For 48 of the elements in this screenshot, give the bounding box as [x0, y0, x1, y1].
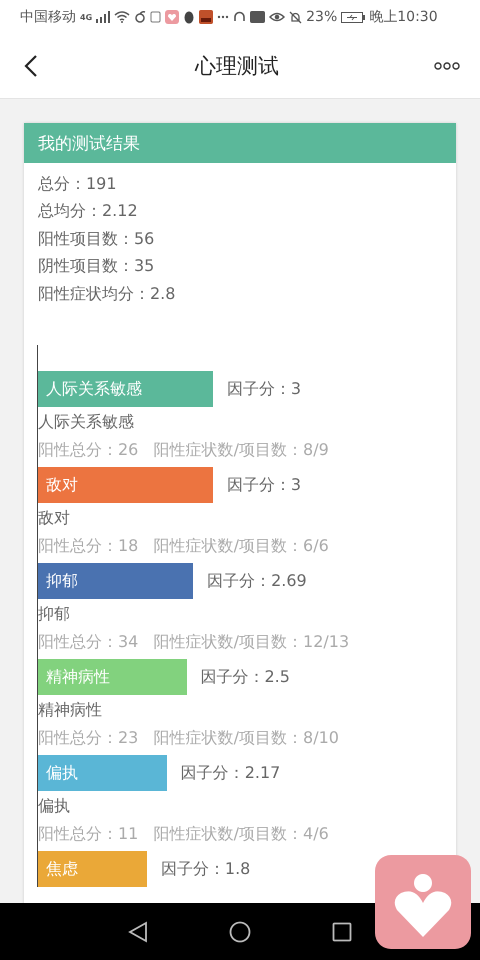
factor-score: 因子分：2.69: [207, 570, 307, 592]
bar-label: 人际关系敏感: [46, 378, 142, 400]
bar-label: 抑郁: [46, 570, 78, 592]
stat-line: 阳性项目数：56: [38, 228, 156, 250]
factor-score: 因子分：1.8: [160, 858, 250, 880]
stat-line: 阴性项目数：35: [38, 255, 156, 278]
factor-name: 精神病性: [38, 699, 103, 722]
factor-name: 抑郁: [38, 603, 71, 626]
more-icon[interactable]: [434, 62, 460, 70]
factor-detail: 阳性总分：18 阳性症状数/项目数：6/6: [38, 535, 330, 558]
bar-label: 精神病性: [46, 666, 110, 688]
factor-name: 偏执: [38, 795, 71, 818]
card-title: 我的测试结果: [38, 132, 140, 154]
bar-label: 偏执: [46, 762, 78, 784]
factor-detail: 阳性总分：23 阳性症状数/项目数：8/10: [38, 727, 340, 750]
factor-score: 因子分：3: [226, 378, 302, 400]
battery-charging-icon: [341, 12, 366, 22]
factor-detail: 阳性总分：34 阳性症状数/项目数：12/13: [38, 631, 350, 654]
page-title: 心理测试: [195, 53, 279, 80]
bar-label: 敌对: [46, 474, 78, 496]
heart-app-icon: [165, 10, 180, 24]
stat-line: 总均分：2.12: [38, 200, 139, 222]
clock-time: 晚上10:30: [369, 8, 438, 26]
bar-label: 焦虑: [46, 858, 78, 880]
stat-line: 总分：191: [38, 173, 118, 195]
factor-score: 因子分：3: [226, 474, 302, 496]
headphones-icon: [233, 11, 246, 23]
factor-detail: 阳性总分：26 阳性症状数/项目数：8/9: [38, 439, 330, 462]
battery-percent: 23%: [306, 9, 338, 25]
carrier-name: 中国移动: [20, 8, 76, 26]
swirl-icon: [134, 11, 146, 23]
more-notifications-icon: [217, 15, 230, 19]
recents-nav-icon[interactable]: [332, 922, 352, 942]
home-nav-icon[interactable]: [229, 920, 251, 942]
bell-off-icon: [289, 10, 302, 24]
factor-score: 因子分：2.5: [200, 666, 290, 688]
factor-name: 敌对: [38, 507, 71, 530]
factor-score: 因子分：2.17: [180, 762, 280, 784]
factor-name: 人际关系敏感: [38, 411, 135, 434]
document-icon: [150, 11, 162, 23]
factor-detail: 阳性总分：11 阳性症状数/项目数：4/6: [38, 823, 330, 846]
wifi-icon: [114, 11, 130, 23]
back-nav-icon[interactable]: [128, 920, 148, 942]
signal-icon: [96, 11, 110, 23]
network-label: 4G: [80, 12, 92, 22]
game-app-icon: [199, 10, 214, 24]
eye-icon: [269, 11, 286, 23]
stat-line: 阳性症状均分：2.8: [38, 282, 176, 305]
